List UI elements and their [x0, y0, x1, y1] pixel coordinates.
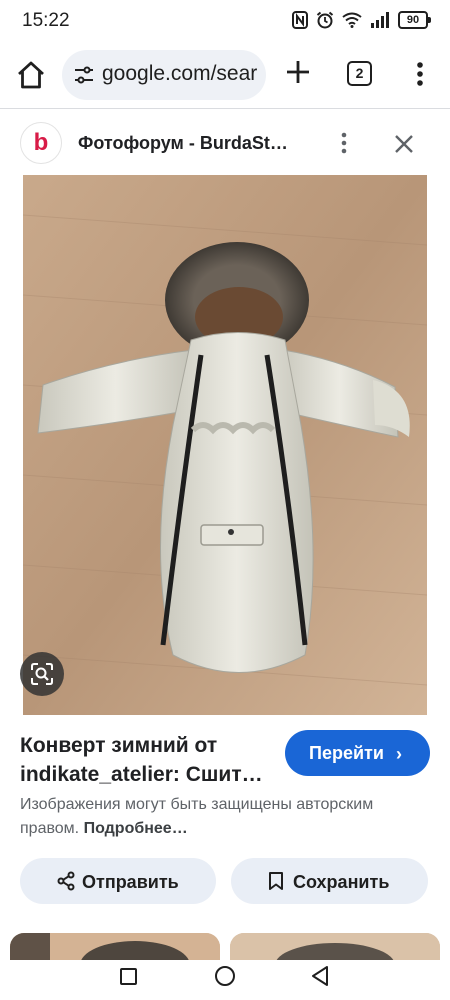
- site-settings-icon[interactable]: [74, 65, 94, 85]
- nfc-icon: [292, 11, 308, 29]
- recents-icon[interactable]: [120, 968, 137, 985]
- lens-icon: [31, 663, 53, 685]
- copyright-text: Изображения могут быть защищены авторски…: [20, 796, 374, 837]
- wifi-icon: [342, 12, 362, 28]
- visit-button-label: Перейти: [309, 743, 384, 763]
- chevron-right-icon: ›: [396, 744, 402, 764]
- source-title[interactable]: Фотофорум - BurdaSt…: [78, 133, 288, 154]
- share-label: Отправить: [82, 872, 179, 892]
- result-image[interactable]: [23, 175, 427, 715]
- back-icon[interactable]: [310, 965, 330, 987]
- related-photo: [230, 933, 440, 961]
- new-tab-icon[interactable]: [282, 56, 314, 88]
- alarm-icon: [316, 11, 334, 29]
- visit-button[interactable]: Перейти ›: [285, 730, 430, 776]
- related-image-thumb[interactable]: [10, 933, 220, 961]
- result-title[interactable]: Конверт зимний от indikate_atelier: Сшит…: [20, 731, 270, 789]
- related-photo: [10, 933, 220, 961]
- close-icon[interactable]: [392, 132, 416, 156]
- home-nav-icon[interactable]: [215, 966, 235, 986]
- lens-button[interactable]: [20, 652, 64, 696]
- source-more-icon[interactable]: [336, 130, 352, 156]
- share-button[interactable]: Отправить: [20, 858, 216, 904]
- tab-switcher-button[interactable]: 2: [347, 61, 372, 86]
- snowsuit-photo: [23, 175, 427, 715]
- more-menu-icon[interactable]: [408, 58, 432, 90]
- source-header: b Фотофорум - BurdaSt…: [0, 112, 450, 172]
- status-time: 15:22: [22, 10, 70, 31]
- url-bar[interactable]: google.com/sear: [62, 50, 266, 100]
- browser-toolbar: google.com/sear 2: [0, 46, 450, 106]
- status-icons: 90: [292, 11, 431, 29]
- save-button[interactable]: Сохранить: [231, 858, 428, 904]
- result-title-line1: Конверт зимний от: [20, 734, 218, 757]
- home-icon[interactable]: [14, 58, 48, 92]
- copyright-notice: Изображения могут быть защищены авторски…: [20, 793, 430, 841]
- save-label: Сохранить: [293, 872, 390, 892]
- url-text: google.com/sear: [102, 62, 258, 85]
- bookmark-icon: [269, 872, 283, 890]
- result-title-line2: indikate_atelier: Сшит…: [20, 763, 263, 786]
- battery-icon: 90: [398, 11, 431, 29]
- source-logo: b: [20, 122, 62, 164]
- share-icon: [57, 871, 75, 891]
- signal-icon: [371, 12, 389, 28]
- related-image-thumb[interactable]: [230, 933, 440, 961]
- toolbar-divider: [0, 108, 450, 109]
- learn-more-link[interactable]: Подробнее…: [84, 820, 188, 837]
- source-logo-letter: b: [33, 129, 49, 156]
- status-bar: 15:22 90: [0, 0, 450, 44]
- system-nav-bar: [0, 960, 450, 1000]
